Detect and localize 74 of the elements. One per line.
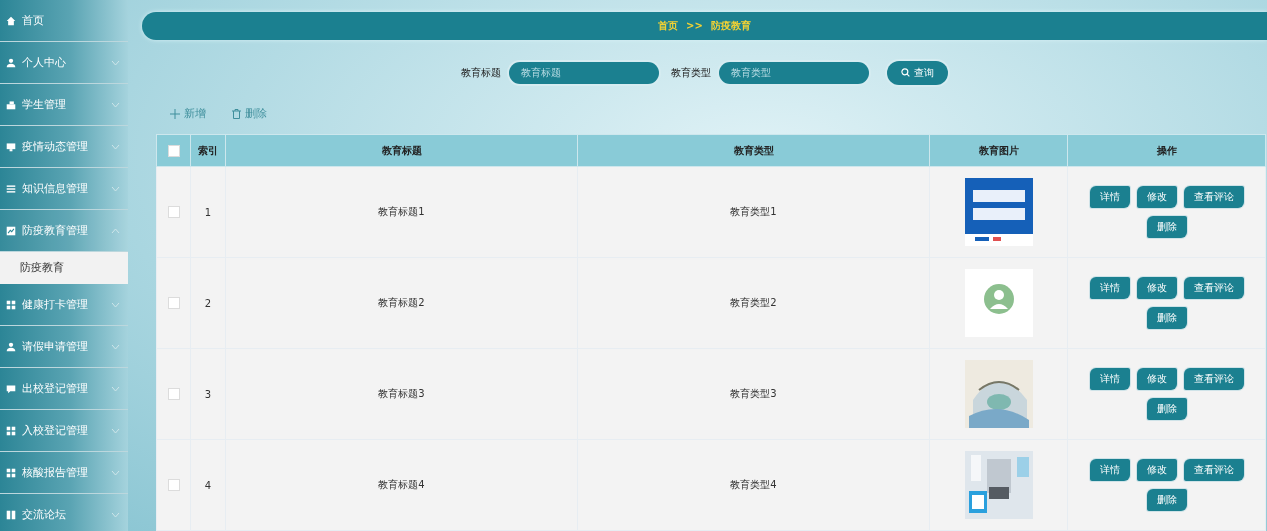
column-header: 教育标题	[381, 144, 422, 156]
grid-icon	[6, 467, 16, 478]
sidebar-item[interactable]: 个人中心	[0, 42, 128, 84]
table-cell: 教育标题1	[378, 206, 425, 217]
checkbox[interactable]	[167, 297, 180, 309]
search-button[interactable]: 查询	[887, 60, 948, 85]
table-cell: 教育标题3	[378, 388, 425, 399]
user-icon	[6, 341, 16, 352]
trash-icon	[232, 108, 241, 119]
action-button[interactable]: 查看评论	[1183, 186, 1244, 208]
plus-icon	[170, 108, 180, 119]
action-button[interactable]: 查看评论	[1183, 459, 1244, 481]
sidebar-item[interactable]: 知识信息管理	[0, 168, 128, 210]
action-button[interactable]: 查看评论	[1183, 368, 1244, 390]
search-field[interactable]: 教育类型	[719, 61, 869, 84]
action-button[interactable]: 删除	[1146, 398, 1187, 420]
field-label: 教育类型	[671, 65, 711, 80]
action-button[interactable]: 删除	[1146, 216, 1187, 238]
table-cell: 4	[204, 479, 212, 491]
action-button[interactable]: 修改	[1136, 186, 1177, 208]
sidebar-item[interactable]: 请假申请管理	[0, 326, 128, 368]
table-cell: 2	[204, 297, 212, 309]
table-cell: 3	[204, 388, 212, 400]
search-icon	[901, 68, 910, 78]
breadcrumb-current: 防疫教育	[710, 18, 751, 33]
sidebar-subitem[interactable]: 防疫教育	[0, 252, 128, 284]
table-cell: 教育类型4	[730, 479, 777, 490]
add-button[interactable]: 新增	[170, 104, 206, 123]
delete-button[interactable]: 删除	[232, 104, 267, 123]
sidebar-item[interactable]: 健康打卡管理	[0, 284, 128, 326]
grid-icon	[6, 425, 16, 436]
search-field[interactable]: 教育标题	[509, 61, 659, 84]
table-cell: 教育类型2	[730, 297, 777, 308]
breadcrumb-separator: >>	[686, 20, 703, 32]
chat-icon	[6, 383, 16, 394]
action-button[interactable]: 修改	[1136, 368, 1177, 390]
column-header: 教育类型	[733, 144, 774, 156]
action-button[interactable]: 删除	[1146, 489, 1187, 511]
column-header: 教育图片	[978, 144, 1019, 156]
sidebar-item[interactable]: 核酸报告管理	[0, 452, 128, 494]
checkbox[interactable]	[167, 144, 180, 157]
checkbox[interactable]	[167, 206, 180, 218]
monitor-icon	[6, 141, 16, 152]
sidebar-item[interactable]: 学生管理	[0, 84, 128, 126]
field-label: 教育标题	[461, 65, 501, 80]
action-button[interactable]: 详情	[1089, 277, 1130, 299]
checkbox[interactable]	[167, 388, 180, 400]
action-button[interactable]: 修改	[1136, 459, 1177, 481]
table-cell: 1	[204, 206, 212, 218]
grid-icon	[6, 299, 16, 310]
home-icon	[6, 15, 16, 26]
sidebar-item[interactable]: 入校登记管理	[0, 410, 128, 452]
breadcrumb-link[interactable]: 首页	[658, 18, 679, 33]
checkbox[interactable]	[167, 479, 180, 491]
action-button[interactable]: 详情	[1089, 368, 1130, 390]
sidebar-item[interactable]: 出校登记管理	[0, 368, 128, 410]
action-button[interactable]: 查看评论	[1183, 277, 1244, 299]
sidebar-item[interactable]: 首页	[0, 0, 128, 42]
list-icon	[6, 183, 16, 194]
action-button[interactable]: 详情	[1089, 186, 1130, 208]
table-cell: 教育类型1	[730, 206, 777, 217]
briefcase-icon	[6, 99, 16, 110]
chart-icon	[6, 225, 16, 236]
table-cell: 教育类型3	[730, 388, 777, 399]
table-cell: 教育标题4	[378, 479, 425, 490]
action-button[interactable]: 修改	[1136, 277, 1177, 299]
action-button[interactable]: 详情	[1089, 459, 1130, 481]
column-header: 操作	[1156, 144, 1177, 156]
sidebar-item[interactable]: 交流论坛	[0, 494, 128, 531]
table-cell: 教育标题2	[378, 297, 425, 308]
user-icon	[6, 57, 16, 68]
action-button[interactable]: 删除	[1146, 307, 1187, 329]
column-header: 索引	[198, 144, 218, 156]
sidebar-item[interactable]: 疫情动态管理	[0, 126, 128, 168]
